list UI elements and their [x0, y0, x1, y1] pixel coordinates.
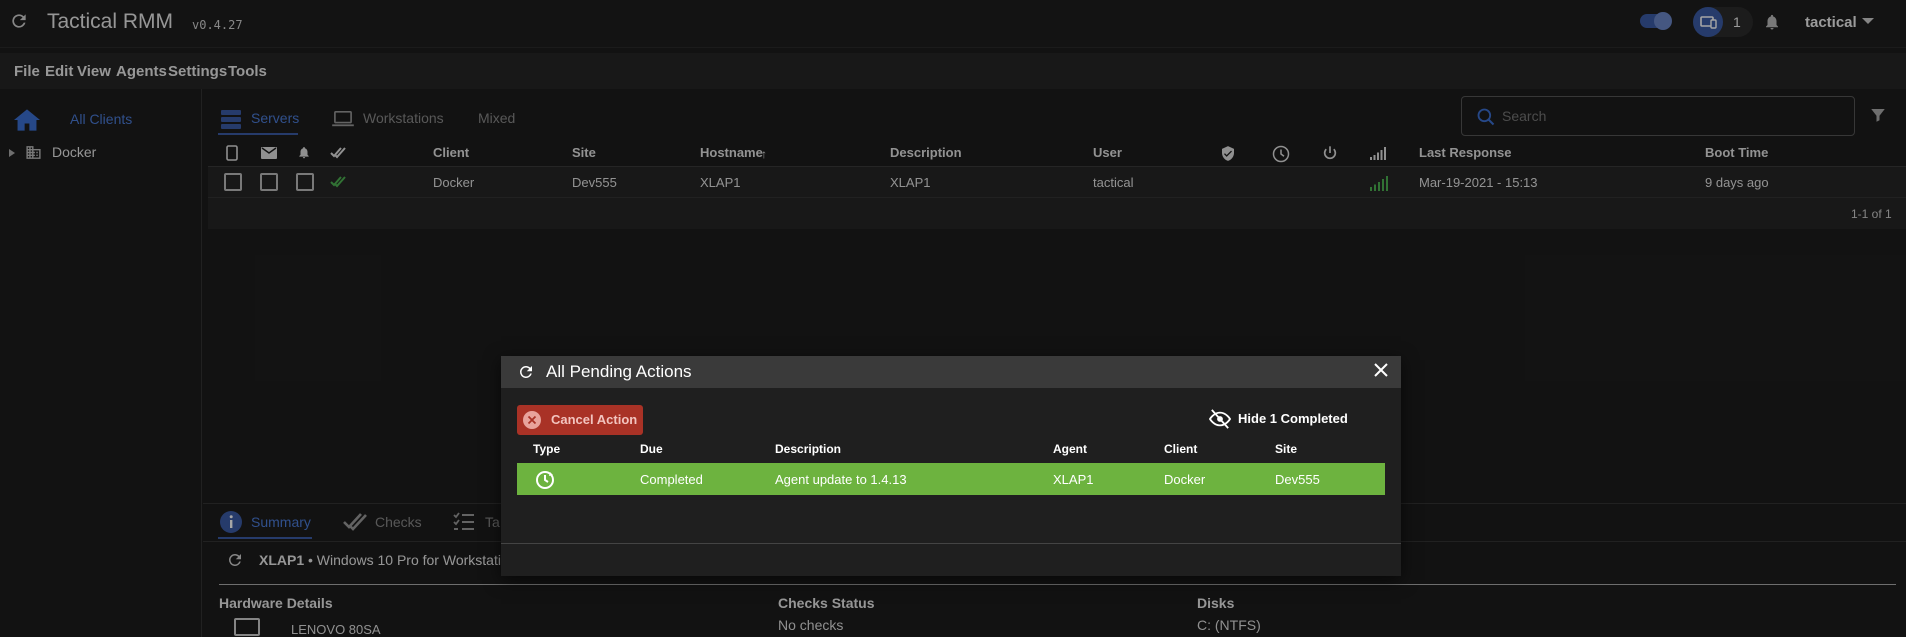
col-due[interactable]: Due [640, 442, 663, 456]
agent-update-icon [535, 470, 555, 490]
action-agent: XLAP1 [1053, 472, 1094, 487]
dialog-title: All Pending Actions [546, 362, 692, 381]
cancel-circle-icon [523, 411, 541, 429]
cancel-action-label: Cancel Action [551, 412, 638, 427]
col-action-site[interactable]: Site [1275, 442, 1297, 456]
col-action-description[interactable]: Description [775, 442, 841, 456]
dialog-refresh-icon[interactable] [517, 363, 535, 381]
pending-actions-dialog: All Pending Actions Cancel Action Hide 1… [501, 356, 1401, 576]
dialog-header: All Pending Actions [501, 356, 1401, 388]
action-client: Docker [1164, 472, 1206, 487]
action-due: Completed [640, 472, 703, 487]
col-type[interactable]: Type [533, 442, 560, 456]
close-icon[interactable] [1373, 362, 1389, 378]
dialog-footer-divider [501, 543, 1401, 544]
col-action-client[interactable]: Client [1164, 442, 1197, 456]
action-site: Dev555 [1275, 472, 1320, 487]
hide-completed-toggle[interactable]: Hide 1 Completed [1238, 411, 1348, 426]
eye-off-icon [1209, 409, 1231, 429]
cancel-action-button[interactable]: Cancel Action [517, 405, 643, 435]
col-agent[interactable]: Agent [1053, 442, 1087, 456]
action-description: Agent update to 1.4.13 [775, 472, 907, 487]
